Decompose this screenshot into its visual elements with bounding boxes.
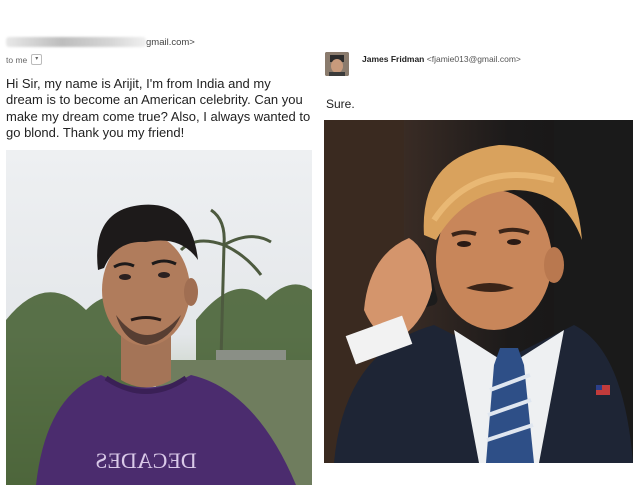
chevron-down-icon[interactable]: ▾ xyxy=(31,54,43,65)
avatar[interactable] xyxy=(325,52,349,76)
attached-selfie-photo: DECADES xyxy=(6,150,312,485)
sender-line: gmail.com> xyxy=(6,37,195,48)
reply-body: Sure. xyxy=(326,97,355,111)
avatar-icon xyxy=(325,52,349,76)
sender-domain: gmail.com> xyxy=(146,37,195,48)
recipient-label: to me xyxy=(6,54,28,65)
reply-sender-email: <fjamie013@gmail.com> xyxy=(426,54,521,64)
reply-header: James Fridman <fjamie013@gmail.com> xyxy=(362,54,521,64)
edited-photo-illustration xyxy=(324,120,633,463)
recipient-row[interactable]: to me ▾ xyxy=(6,54,43,65)
selfie-illustration: DECADES xyxy=(6,204,312,485)
reply-sender-name: James Fridman xyxy=(362,54,425,64)
redacted-sender-name xyxy=(6,37,146,48)
shirt-text: DECADES xyxy=(95,448,196,473)
reply-edited-photo xyxy=(324,120,633,463)
email-body: Hi Sir, my name is Arijit, I'm from Indi… xyxy=(6,76,311,141)
